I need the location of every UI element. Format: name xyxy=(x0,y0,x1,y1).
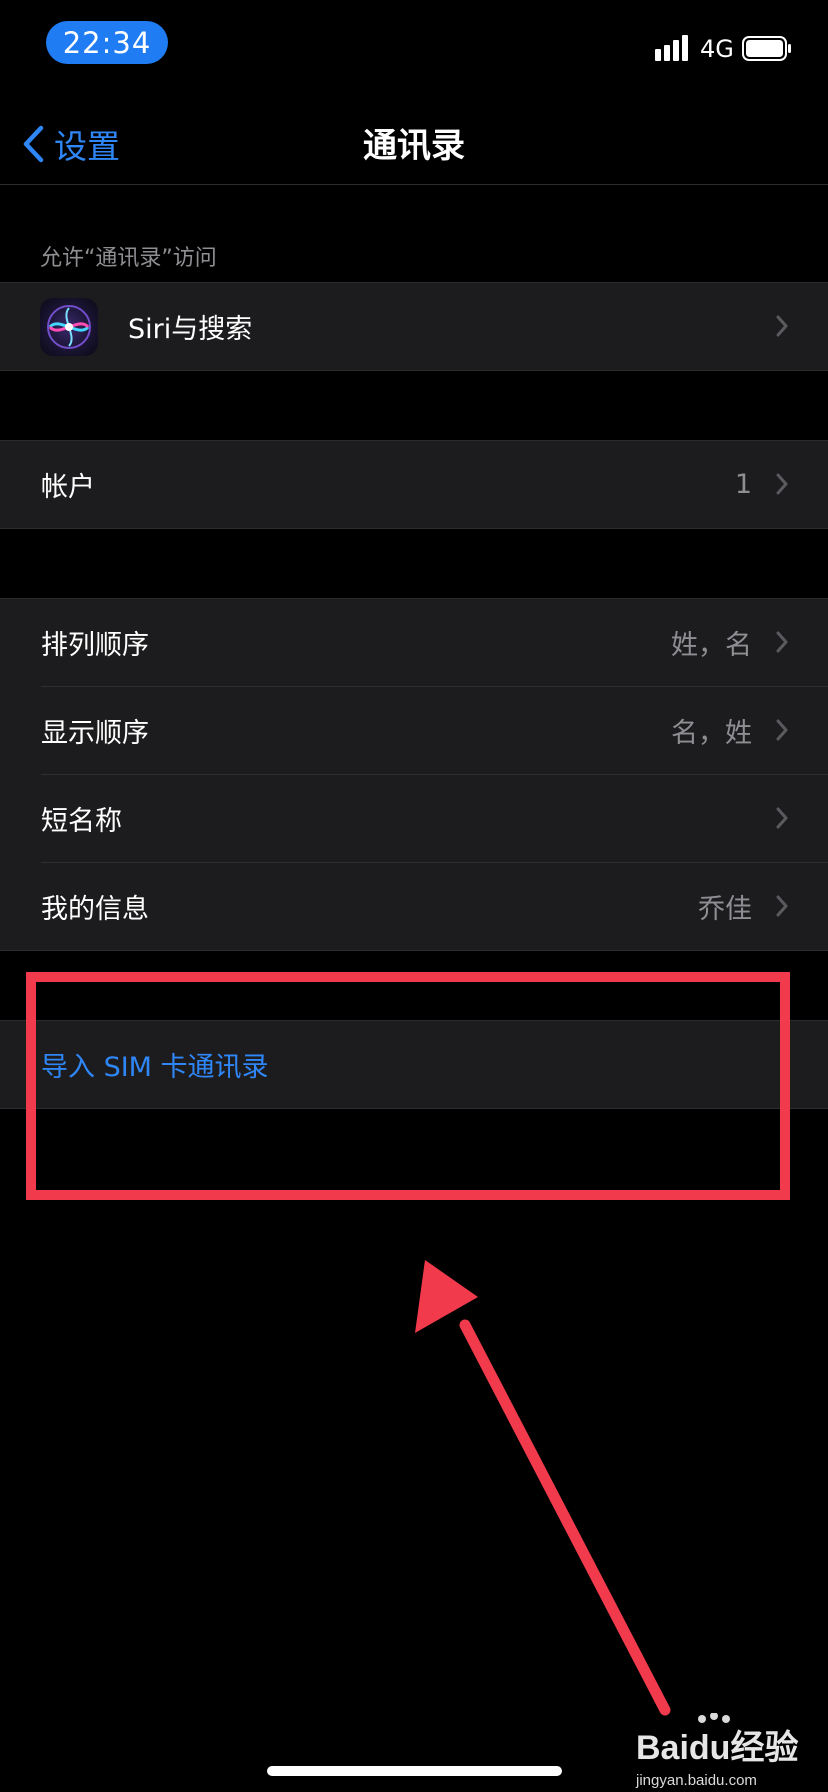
baidu-watermark-logo: Baidu经验 jingyan.baidu.com xyxy=(635,1713,798,1789)
my-info-label: 我的信息 xyxy=(41,894,149,925)
status-time: 22:34 xyxy=(46,21,168,64)
display-options-group: 排列顺序 姓，名 显示顺序 名，姓 短名称 我的信息 乔佳 xyxy=(0,598,828,951)
chevron-right-icon xyxy=(776,473,788,495)
display-order-label: 显示顺序 xyxy=(41,718,149,749)
network-type: 4G xyxy=(700,35,734,63)
display-order-value: 名，姓 xyxy=(671,718,752,749)
sort-order-value: 姓，名 xyxy=(671,630,752,661)
annotation-highlight-box xyxy=(26,972,790,1200)
accounts-count: 1 xyxy=(734,469,752,500)
siri-search-row[interactable]: Siri与搜索 xyxy=(0,283,828,370)
short-name-label: 短名称 xyxy=(41,806,122,837)
chevron-right-icon xyxy=(776,719,788,741)
display-order-row[interactable]: 显示顺序 名，姓 xyxy=(0,687,828,774)
chevron-right-icon xyxy=(776,315,788,337)
accounts-group: 帐户 1 xyxy=(0,440,828,529)
battery-icon xyxy=(742,36,791,61)
section-header: 允许“通讯录”访问 xyxy=(40,246,217,271)
cellular-signal-icon xyxy=(655,35,688,61)
accounts-row[interactable]: 帐户 1 xyxy=(0,441,828,528)
siri-group: Siri与搜索 xyxy=(0,282,828,371)
page-title: 通讯录 xyxy=(363,126,465,166)
chevron-right-icon xyxy=(776,807,788,829)
my-info-row[interactable]: 我的信息 乔佳 xyxy=(0,863,828,950)
chevron-right-icon xyxy=(776,895,788,917)
siri-search-label: Siri与搜索 xyxy=(128,314,253,345)
short-name-row[interactable]: 短名称 xyxy=(0,775,828,862)
watermark-subtext: jingyan.baidu.com xyxy=(635,1772,757,1789)
chevron-right-icon xyxy=(776,631,788,653)
watermark-text: Baidu经验 xyxy=(636,1728,798,1767)
sort-order-label: 排列顺序 xyxy=(41,630,149,661)
siri-icon xyxy=(40,298,98,356)
my-info-value: 乔佳 xyxy=(698,894,752,925)
sort-order-row[interactable]: 排列顺序 姓，名 xyxy=(0,599,828,686)
home-indicator[interactable] xyxy=(267,1766,562,1776)
annotation-arrow-icon xyxy=(415,1260,671,1716)
accounts-label: 帐户 xyxy=(41,472,95,503)
